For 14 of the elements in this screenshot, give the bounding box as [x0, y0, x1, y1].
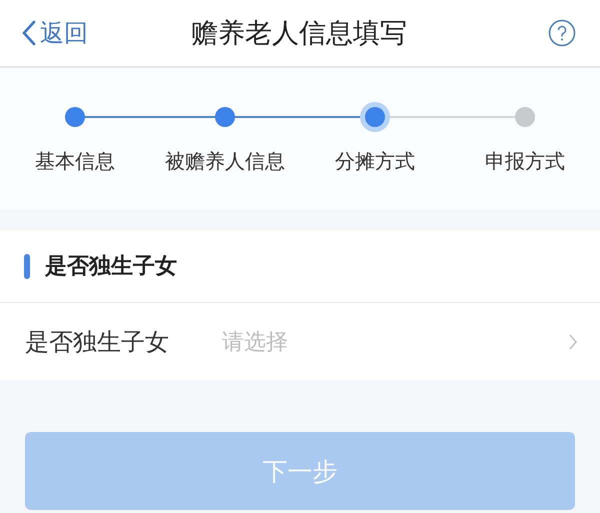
field-label: 是否独生子女	[25, 326, 170, 358]
field-placeholder: 请选择	[222, 328, 289, 356]
help-icon	[548, 19, 576, 47]
step-label: 申报方式	[485, 148, 565, 175]
select-field[interactable]: 是否独生子女 请选择	[0, 303, 600, 380]
chevron-left-icon	[22, 20, 36, 46]
step-label: 基本信息	[35, 148, 115, 175]
section-title: 是否独生子女	[45, 253, 177, 281]
chevron-right-icon	[568, 332, 578, 350]
step-label: 被赡养人信息	[165, 148, 285, 175]
step-label: 分摊方式	[335, 148, 415, 175]
back-button[interactable]: 返回	[22, 17, 102, 49]
page-title: 赡养老人信息填写	[191, 17, 407, 51]
section-marker	[24, 254, 30, 278]
